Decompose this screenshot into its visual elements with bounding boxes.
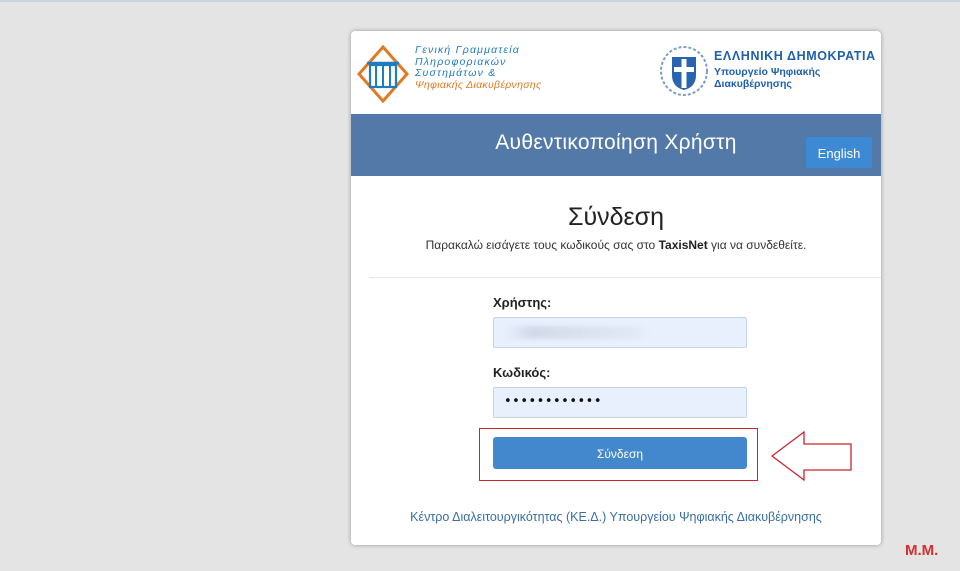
english-language-button[interactable]: English (806, 137, 872, 168)
password-label: Κωδικός: (493, 365, 551, 380)
instructions-text-end: για να συνδεθείτε. (707, 238, 807, 252)
divider (369, 277, 881, 278)
login-instructions: Παρακαλώ εισάγετε τους κωδικούς σας στο … (351, 238, 881, 252)
browser-top-border (0, 0, 960, 2)
username-field[interactable] (493, 317, 747, 348)
username-label: Χρήστης: (493, 295, 552, 310)
republic-name: ΕΛΛΗΝΙΚΗ ΔΗΜΟΚΡΑΤΙΑ Υπουργείο Ψηφιακής Δ… (714, 49, 876, 90)
pointer-arrow-icon (770, 430, 852, 482)
blurred-username (504, 326, 649, 339)
gsis-line-3: Συστημάτων & (415, 67, 497, 79)
password-field[interactable]: •••••••••••• (493, 387, 747, 418)
header-logos: Γενική Γραμματεία Πληροφοριακών Συστημάτ… (351, 31, 881, 114)
password-mask: •••••••••••• (504, 394, 603, 409)
login-submit-button[interactable]: Σύνδεση (493, 437, 747, 469)
title-band: Αυθεντικοποίηση Χρήστη English (351, 114, 881, 176)
republic-title: ΕΛΛΗΝΙΚΗ ΔΗΜΟΚΡΑΤΙΑ (714, 49, 876, 63)
gsis-line-4: Ψηφιακής Διακυβέρνησης (415, 78, 542, 91)
gsis-line-1: Γενική Γραμματεία (415, 44, 520, 56)
gsis-logo-icon (357, 45, 409, 103)
ministry-line-1: Υπουργείο Ψηφιακής (714, 66, 821, 78)
author-signature: M.M. (905, 542, 939, 559)
interoperability-center-link[interactable]: Κέντρο Διαλειτουργικότητας (ΚΕ.Δ.) Υπουρ… (351, 510, 881, 524)
hellenic-republic-emblem-icon (660, 46, 708, 96)
gsis-name: Γενική Γραμματεία Πληροφοριακών Συστημάτ… (415, 44, 542, 91)
page-title: Αυθεντικοποίηση Χρήστη (495, 131, 737, 154)
instructions-text: Παρακαλώ εισάγετε τους κωδικούς σας στο (425, 238, 659, 252)
taxisnet-brand: TaxisNet (658, 238, 708, 252)
ministry-line-2: Διακυβέρνησης (714, 78, 792, 90)
login-heading: Σύνδεση (567, 203, 665, 231)
